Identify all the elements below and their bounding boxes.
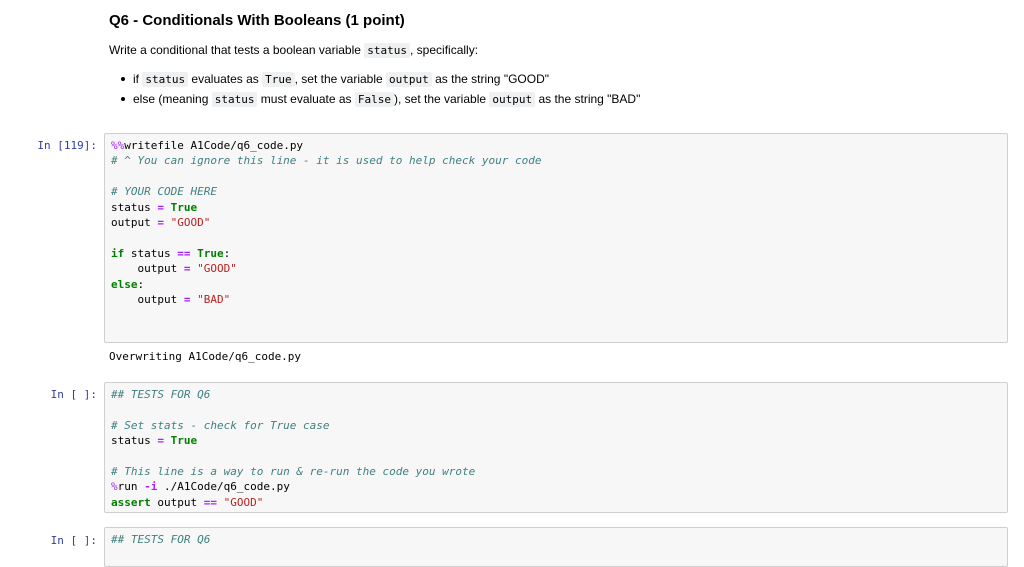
cell-output: Overwriting A1Code/q6_code.py — [109, 350, 302, 363]
cell-prompt: In [ ]: — [50, 388, 97, 401]
code-cell-editor[interactable]: %%writefile A1Code/q6_code.py # ^ You ca… — [104, 133, 1008, 343]
question-markdown: Q6 - Conditionals With Booleans (1 point… — [109, 12, 1009, 29]
question-intro: Write a conditional that tests a boolean… — [109, 43, 1009, 58]
intro-text: Write a conditional that tests a boolean… — [109, 43, 365, 57]
bullet-item: if status evaluates as True, set the var… — [120, 69, 640, 89]
question-title: Q6 - Conditionals With Booleans (1 point… — [109, 12, 405, 29]
code-cell-editor[interactable]: ## TESTS FOR Q6 # Set stats - check for … — [104, 382, 1008, 513]
bullet-item: else (meaning status must evaluate as Fa… — [120, 89, 640, 109]
inline-code: status — [364, 43, 411, 58]
cell-prompt: In [ ]: — [50, 534, 97, 547]
cell-prompt: In [119]: — [37, 139, 97, 152]
code-cell-editor[interactable]: ## TESTS FOR Q6 — [104, 527, 1008, 567]
intro-text: , specifically: — [410, 43, 479, 57]
bullet-list: if status evaluates as True, set the var… — [120, 69, 640, 109]
